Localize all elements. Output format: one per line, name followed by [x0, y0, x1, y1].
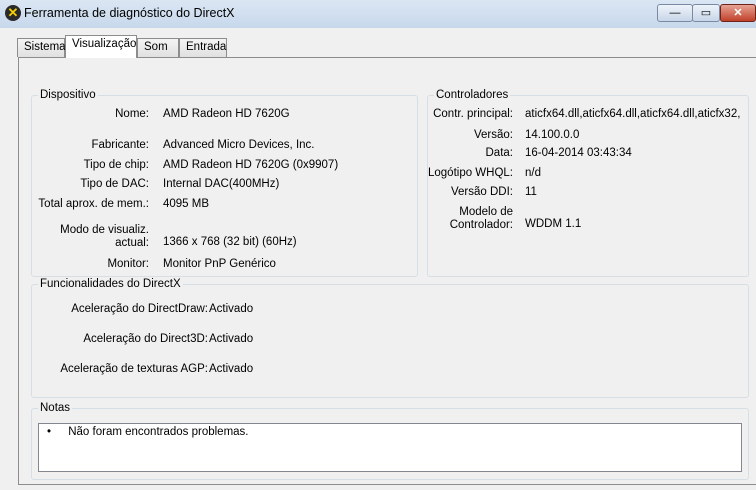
device-label: Monitor:: [107, 258, 149, 270]
close-button[interactable]: ✕: [720, 4, 756, 22]
features-label: Aceleração de texturas AGP:: [60, 363, 208, 375]
notes-group: Notas • Não foram encontrados problemas.: [31, 402, 749, 480]
title-bar: ✕ Ferramenta de diagnóstico do DirectX —…: [0, 0, 756, 28]
drivers-label: Controlador:: [449, 219, 513, 231]
device-value: Monitor PnP Genérico: [163, 258, 276, 270]
notes-group-label: Notas: [38, 402, 73, 414]
bullet: •: [47, 426, 52, 438]
device-value: 4095 MB: [163, 198, 210, 210]
features-value: Activado: [209, 303, 254, 315]
notes-box[interactable]: • Não foram encontrados problemas.: [38, 423, 742, 472]
note-item: Não foram encontrados problemas.: [68, 426, 249, 438]
directx-icon: ✕: [5, 5, 21, 21]
drivers-label: Data:: [485, 147, 514, 159]
drivers-value: 16-04-2014 03:43:34: [525, 147, 632, 159]
tab-entrada[interactable]: Entrada: [179, 38, 227, 57]
drivers-value: 14.100.0.0: [525, 129, 580, 141]
device-label: Fabricante:: [91, 139, 149, 151]
drivers-value: 11: [525, 186, 537, 198]
device-label: Tipo de DAC:: [80, 178, 149, 190]
device-value: Advanced Micro Devices, Inc.: [163, 139, 315, 151]
drivers-group-label: Controladores: [434, 89, 511, 101]
drivers-label: Versão:: [474, 129, 513, 141]
features-value: Activado: [209, 363, 254, 375]
device-group: Dispositivo Nome: AMD Radeon HD 7620G Fabr…: [31, 89, 418, 277]
drivers-value: WDDM 1.1: [525, 218, 582, 230]
device-value: 1366 x 768 (32 bit) (60Hz): [163, 236, 297, 248]
client-area: Sistema Visualização Som Entrada Disposi…: [8, 28, 756, 490]
device-label: Total aprox. de mem.:: [38, 198, 149, 210]
device-label: Modo de visualiz.: [60, 224, 149, 236]
maximize-button[interactable]: ▭: [692, 4, 720, 22]
drivers-value: n/d: [525, 167, 541, 179]
drivers-label: Versão DDI:: [451, 186, 513, 198]
features-value: Activado: [209, 333, 254, 345]
window-title: Ferramenta de diagnóstico do DirectX: [24, 6, 235, 20]
features-group-label: Funcionalidades do DirectX: [38, 278, 183, 290]
features-label: Aceleração do Direct3D:: [83, 333, 208, 345]
drivers-group: Controladores Contr. principal: aticfx64.…: [427, 89, 749, 277]
tab-visualizacao[interactable]: Visualização: [65, 35, 137, 58]
tab-panel: Dispositivo Nome: AMD Radeon HD 7620G Fabr…: [18, 57, 756, 485]
drivers-label: Modelo de: [459, 206, 513, 218]
device-group-label: Dispositivo: [38, 89, 98, 101]
tab-sistema[interactable]: Sistema: [17, 38, 66, 57]
features-group: Funcionalidades do DirectX Aceleração do…: [31, 278, 749, 398]
device-value: Internal DAC(400MHz): [163, 178, 280, 190]
device-label: Nome:: [115, 108, 149, 120]
drivers-value: aticfx64.dll,aticfx64.dll,aticfx64.dll,a…: [525, 108, 741, 120]
drivers-label: Contr. principal:: [433, 108, 513, 120]
device-label: actual:: [115, 237, 149, 249]
drivers-label: Logótipo WHQL:: [427, 167, 513, 179]
features-label: Aceleração do DirectDraw:: [71, 303, 208, 315]
device-label: Tipo de chip:: [83, 159, 149, 171]
minimize-button[interactable]: —: [657, 4, 693, 22]
device-value: AMD Radeon HD 7620G (0x9907): [163, 159, 339, 171]
tab-som[interactable]: Som: [137, 38, 179, 57]
device-value: AMD Radeon HD 7620G: [163, 108, 290, 120]
